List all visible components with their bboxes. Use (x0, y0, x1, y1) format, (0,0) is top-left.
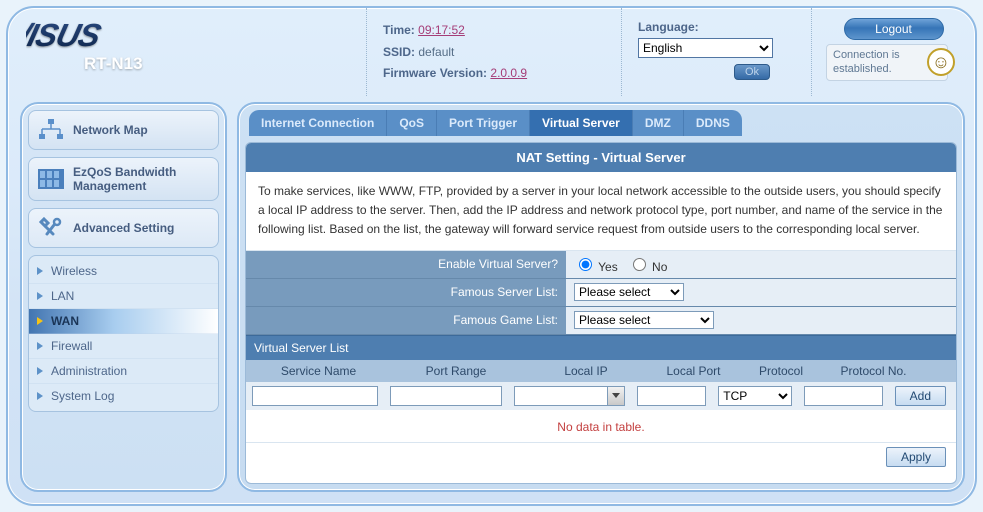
col-protocol-no: Protocol No. (826, 360, 921, 382)
enable-yes-option[interactable]: Yes (574, 255, 618, 274)
sidebar-sub-wireless[interactable]: Wireless (29, 259, 218, 284)
local-ip-dropdown-button[interactable] (607, 386, 625, 406)
asus-logo: /ISUS (26, 14, 206, 56)
sidebar-sub-label: Administration (51, 364, 127, 378)
sidebar: Network Map EzQoS Bandwidth Management A… (20, 102, 227, 492)
sidebar-sub-label: WAN (51, 314, 79, 328)
tab-bar: Internet Connection QoS Port Trigger Vir… (245, 110, 957, 136)
tab-ddns[interactable]: DDNS (684, 110, 742, 136)
time-label: Time: (383, 23, 415, 37)
svg-text:/ISUS: /ISUS (26, 17, 105, 52)
firmware-value[interactable]: 2.0.0.9 (490, 66, 527, 80)
ezqos-icon (37, 167, 65, 191)
enable-no-option[interactable]: No (628, 255, 668, 274)
sidebar-item-advanced[interactable]: Advanced Setting (28, 208, 219, 248)
tab-qos[interactable]: QoS (387, 110, 437, 136)
model-name: RT-N13 (84, 54, 366, 74)
table-input-row: TCP Add (246, 382, 956, 410)
add-button[interactable]: Add (895, 386, 946, 406)
sidebar-sub-administration[interactable]: Administration (29, 359, 218, 384)
enable-yes-radio[interactable] (579, 258, 592, 271)
ssid-value: default (418, 45, 454, 59)
sidebar-sub-lan[interactable]: LAN (29, 284, 218, 309)
col-port-range: Port Range (391, 360, 521, 382)
brand-area: /ISUS RT-N13 (26, 8, 366, 96)
famous-game-select[interactable]: Please select (574, 311, 714, 329)
sidebar-sub-firewall[interactable]: Firewall (29, 334, 218, 359)
famous-game-label: Famous Game List: (246, 307, 566, 333)
network-map-icon (37, 118, 65, 142)
port-range-input[interactable] (390, 386, 502, 406)
language-area: Language: English Ok (621, 8, 811, 96)
apply-button[interactable]: Apply (886, 447, 946, 467)
col-local-port: Local Port (651, 360, 736, 382)
firmware-label: Firmware Version: (383, 66, 487, 80)
sidebar-sub-system-log[interactable]: System Log (29, 384, 218, 408)
ok-button[interactable]: Ok (734, 64, 770, 80)
virtual-server-list-title: Virtual Server List (246, 335, 956, 360)
time-value[interactable]: 09:17:52 (418, 23, 465, 37)
virtual-server-list: Service Name Port Range Local IP Local P… (246, 360, 956, 473)
enable-no-radio[interactable] (633, 258, 646, 271)
service-name-input[interactable] (252, 386, 378, 406)
tab-internet-connection[interactable]: Internet Connection (249, 110, 387, 136)
content-panel: Internet Connection QoS Port Trigger Vir… (237, 102, 965, 492)
sidebar-item-label: EzQoS Bandwidth Management (73, 165, 193, 193)
local-port-input[interactable] (637, 386, 706, 406)
protocol-no-input[interactable] (804, 386, 883, 406)
panel-title: NAT Setting - Virtual Server (246, 143, 956, 172)
tools-icon (37, 216, 65, 240)
header: /ISUS RT-N13 Time: 09:17:52 SSID: defaul… (8, 8, 975, 96)
col-protocol: Protocol (736, 360, 826, 382)
header-right: Logout Connection is established. (811, 8, 961, 96)
famous-server-select[interactable]: Please select (574, 283, 684, 301)
header-info: Time: 09:17:52 SSID: default Firmware Ve… (366, 8, 621, 96)
language-select[interactable]: English (638, 38, 773, 58)
sidebar-sub-wan[interactable]: WAN (29, 309, 218, 334)
col-service-name: Service Name (246, 360, 391, 382)
form-rows: Enable Virtual Server? Yes No Famous Ser… (246, 251, 956, 335)
sidebar-sub-label: Wireless (51, 264, 97, 278)
tab-port-trigger[interactable]: Port Trigger (437, 110, 530, 136)
sidebar-item-label: Network Map (73, 123, 148, 137)
sidebar-item-network-map[interactable]: Network Map (28, 110, 219, 150)
enable-label: Enable Virtual Server? (246, 251, 566, 277)
language-label: Language: (638, 20, 803, 34)
tab-dmz[interactable]: DMZ (633, 110, 684, 136)
local-ip-input[interactable] (514, 386, 608, 406)
table-header: Service Name Port Range Local IP Local P… (246, 360, 956, 382)
sidebar-sub-label: System Log (51, 389, 114, 403)
protocol-select[interactable]: TCP (718, 386, 792, 406)
settings-panel: NAT Setting - Virtual Server To make ser… (245, 142, 957, 484)
sidebar-item-label: Advanced Setting (73, 221, 174, 235)
logout-button[interactable]: Logout (844, 18, 944, 40)
tab-virtual-server[interactable]: Virtual Server (530, 110, 633, 136)
sidebar-submenu: Wireless LAN WAN Firewall Administration… (28, 255, 219, 412)
ssid-label: SSID: (383, 45, 415, 59)
no-data-message: No data in table. (246, 410, 956, 442)
sidebar-sub-label: LAN (51, 289, 74, 303)
mascot-icon (927, 48, 955, 76)
sidebar-item-ezqos[interactable]: EzQoS Bandwidth Management (28, 157, 219, 201)
sidebar-sub-label: Firewall (51, 339, 92, 353)
famous-server-label: Famous Server List: (246, 279, 566, 305)
col-local-ip: Local IP (521, 360, 651, 382)
panel-description: To make services, like WWW, FTP, provide… (246, 172, 956, 251)
